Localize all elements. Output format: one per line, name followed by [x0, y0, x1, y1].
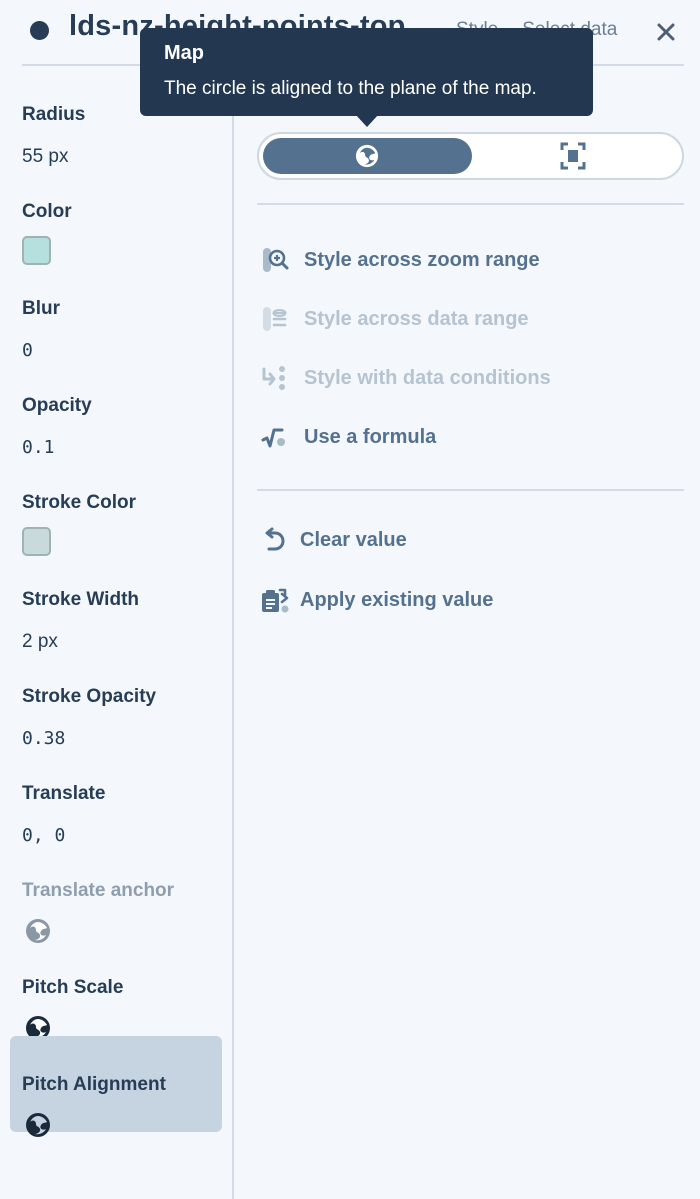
- action-use-formula[interactable]: Use a formula: [260, 421, 436, 453]
- property-label: Translate: [22, 783, 106, 804]
- property-label: Color: [22, 201, 72, 222]
- tooltip-arrow: [355, 114, 379, 127]
- close-icon[interactable]: [652, 18, 680, 46]
- toggle-option-map[interactable]: [263, 138, 472, 174]
- globe-icon: [26, 1113, 50, 1137]
- tooltip: Map The circle is aligned to the plane o…: [140, 28, 593, 127]
- action-style-data-conditions[interactable]: Style with data conditions: [260, 362, 551, 394]
- action-apply-existing-value[interactable]: Apply existing value: [260, 584, 493, 616]
- map-globe-icon: [355, 144, 379, 168]
- property-color[interactable]: Color: [10, 163, 222, 265]
- action-clear-value[interactable]: Clear value: [260, 524, 407, 556]
- property-translate-anchor[interactable]: Translate anchor: [10, 842, 222, 943]
- action-style-zoom-range[interactable]: Style across zoom range: [260, 244, 540, 276]
- property-label: Blur: [22, 298, 60, 319]
- tooltip-title: Map: [164, 42, 204, 64]
- alignment-toggle: [257, 132, 684, 180]
- action-label: Use a formula: [304, 425, 437, 448]
- data-conditions-icon: [262, 366, 285, 390]
- action-label: Style with data conditions: [304, 366, 551, 389]
- undo-icon: [265, 527, 285, 551]
- property-label: Opacity: [22, 395, 92, 416]
- property-stroke-width[interactable]: Stroke Width 2 px: [10, 551, 222, 652]
- layer-type-dot-icon: [30, 21, 49, 40]
- property-translate[interactable]: Translate 0, 0: [10, 745, 222, 846]
- property-label: Radius: [22, 104, 86, 125]
- property-sidebar: Radius 55 px Color Blur 0 Opacity 0.1 St…: [0, 66, 234, 1199]
- property-label: Translate anchor: [22, 880, 175, 901]
- section-divider: [257, 203, 684, 205]
- action-label: Style across data range: [304, 307, 529, 330]
- property-stroke-color[interactable]: Stroke Color: [10, 454, 222, 556]
- property-editor: Style across zoom range Style across dat…: [236, 66, 700, 1199]
- property-label: Stroke Width: [22, 589, 139, 610]
- action-label: Style across zoom range: [304, 248, 540, 271]
- zoom-range-icon: [263, 248, 289, 272]
- action-label: Apply existing value: [300, 588, 494, 611]
- property-label: Stroke Opacity: [22, 686, 157, 707]
- property-opacity[interactable]: Opacity 0.1: [10, 357, 222, 458]
- property-blur[interactable]: Blur 0: [10, 260, 222, 361]
- property-stroke-opacity[interactable]: Stroke Opacity 0.38: [10, 648, 222, 749]
- formula-icon: [261, 428, 285, 448]
- data-range-icon: [263, 307, 287, 331]
- viewport-icon[interactable]: [560, 142, 586, 170]
- property-label: Stroke Color: [22, 492, 137, 513]
- property-label: Pitch Scale: [22, 977, 124, 998]
- section-divider: [257, 489, 684, 491]
- clipboard-icon: [262, 588, 289, 613]
- property-label: Pitch Alignment: [22, 1074, 166, 1095]
- property-pitch-alignment[interactable]: Pitch Alignment: [10, 1036, 222, 1137]
- tooltip-body: The circle is aligned to the plane of th…: [164, 78, 537, 99]
- action-style-data-range[interactable]: Style across data range: [260, 303, 529, 335]
- property-pitch-scale[interactable]: Pitch Scale: [10, 939, 222, 1040]
- action-label: Clear value: [300, 528, 407, 551]
